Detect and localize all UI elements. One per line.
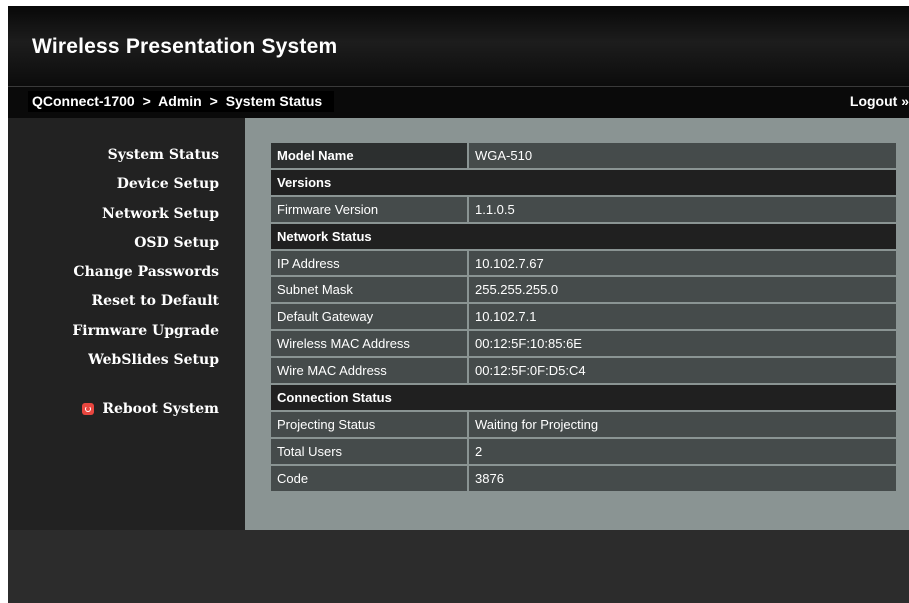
breadcrumb-separator: > (142, 93, 151, 109)
network-status-header: Network Status (271, 223, 896, 249)
nav-bar: QConnect-1700 > Admin > System Status Lo… (8, 86, 909, 118)
table-row: Subnet Mask 255.255.255.0 (271, 277, 896, 303)
sidebar-item-reset-to-default[interactable]: Reset to Default (72, 287, 219, 316)
sidebar-menu: System Status Device Setup Network Setup… (72, 141, 219, 375)
wire-mac-label: Wire MAC Address (271, 358, 467, 384)
model-name-value: WGA-510 (469, 143, 896, 168)
sidebar-item-system-status[interactable]: System Status (72, 141, 219, 170)
total-users-label: Total Users (271, 438, 467, 464)
breadcrumb-admin[interactable]: Admin (158, 93, 202, 109)
ip-address-label: IP Address (271, 250, 467, 276)
breadcrumb-current-page: System Status (225, 93, 323, 109)
code-value: 3876 (469, 465, 896, 491)
sidebar-item-firmware-upgrade[interactable]: Firmware Upgrade (72, 317, 219, 346)
logout-link[interactable]: Logout » (850, 93, 909, 109)
section-header-row: Versions (271, 169, 896, 195)
section-header-row: Connection Status (271, 385, 896, 410)
table-row: Wire MAC Address 00:12:5F:0F:D5:C4 (271, 358, 896, 384)
sidebar-item-device-setup[interactable]: Device Setup (72, 170, 219, 199)
default-gateway-value: 10.102.7.1 (469, 304, 896, 330)
model-name-label: Model Name (271, 143, 467, 168)
connection-status-header: Connection Status (271, 385, 896, 410)
breadcrumb-separator: > (209, 93, 218, 109)
wireless-mac-label: Wireless MAC Address (271, 331, 467, 357)
power-icon (82, 403, 95, 415)
reboot-system-label: Reboot System (102, 401, 219, 417)
table-row: Code 3876 (271, 465, 896, 491)
table-row: Default Gateway 10.102.7.1 (271, 304, 896, 330)
system-status-table: Model Name WGA-510 Versions Firmware Ver… (269, 141, 898, 493)
table-row: Wireless MAC Address 00:12:5F:10:85:6E (271, 331, 896, 357)
breadcrumb: QConnect-1700 > Admin > System Status (28, 91, 335, 112)
breadcrumb-device[interactable]: QConnect-1700 (32, 93, 135, 109)
table-row: Firmware Version 1.1.0.5 (271, 196, 896, 222)
main-content: Model Name WGA-510 Versions Firmware Ver… (245, 118, 909, 530)
table-row: Model Name WGA-510 (271, 143, 896, 168)
sidebar-item-webslides-setup[interactable]: WebSlides Setup (72, 346, 219, 375)
total-users-value: 2 (469, 438, 896, 464)
table-row: IP Address 10.102.7.67 (271, 250, 896, 276)
default-gateway-label: Default Gateway (271, 304, 467, 330)
sidebar-item-network-setup[interactable]: Network Setup (72, 200, 219, 229)
app-title: Wireless Presentation System (32, 35, 338, 58)
firmware-version-value: 1.1.0.5 (469, 196, 896, 222)
wire-mac-value: 00:12:5F:0F:D5:C4 (469, 358, 896, 384)
footer (8, 530, 909, 603)
code-label: Code (271, 465, 467, 491)
subnet-mask-label: Subnet Mask (271, 277, 467, 303)
section-header-row: Network Status (271, 223, 896, 249)
subnet-mask-value: 255.255.255.0 (469, 277, 896, 303)
firmware-version-label: Firmware Version (271, 196, 467, 222)
sidebar-item-change-passwords[interactable]: Change Passwords (72, 258, 219, 287)
app-window: Wireless Presentation System QConnect-17… (8, 6, 909, 603)
sidebar-item-osd-setup[interactable]: OSD Setup (72, 229, 219, 258)
versions-header: Versions (271, 169, 896, 195)
reboot-system-button[interactable]: Reboot System (82, 401, 219, 417)
table-row: Projecting Status Waiting for Projecting (271, 411, 896, 437)
projecting-status-label: Projecting Status (271, 411, 467, 437)
table-row: Total Users 2 (271, 438, 896, 464)
sidebar: System Status Device Setup Network Setup… (8, 118, 245, 530)
app-header: Wireless Presentation System (8, 6, 909, 86)
projecting-status-value: Waiting for Projecting (469, 411, 896, 437)
wireless-mac-value: 00:12:5F:10:85:6E (469, 331, 896, 357)
ip-address-value: 10.102.7.67 (469, 250, 896, 276)
